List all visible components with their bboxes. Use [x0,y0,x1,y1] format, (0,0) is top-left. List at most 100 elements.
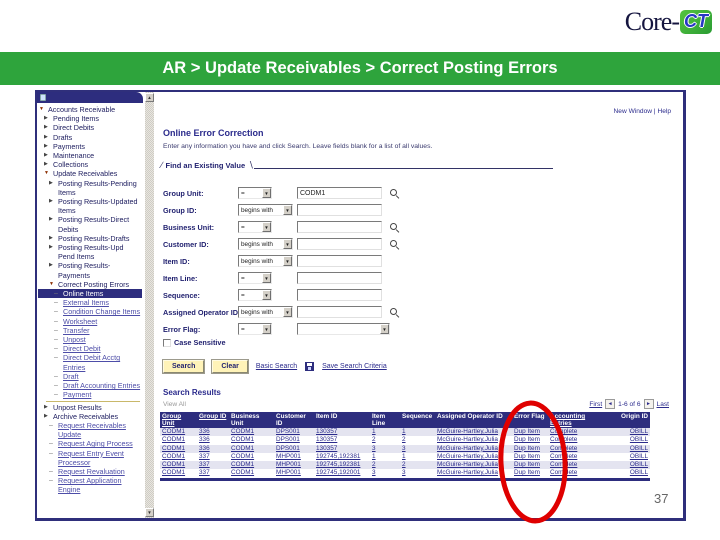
result-cell-link[interactable]: 336 [197,428,229,437]
result-cell-link[interactable]: McGuire-Hartley,Julia [435,436,512,444]
chevron-down-icon[interactable]: ▼ [283,307,292,317]
result-cell-link[interactable]: 130357 [314,428,370,437]
result-cell-link[interactable]: MHP001 [274,469,314,479]
column-header[interactable]: Group ID [197,412,229,428]
result-cell-link[interactable]: Dup Item [512,428,548,437]
result-cell-link[interactable]: CODM1 [229,444,274,453]
collapsed-triangle-icon[interactable]: ▶ [44,403,51,412]
result-cell-link[interactable]: Complete [548,461,594,470]
sidebar-item[interactable]: – Condition Change Items [38,307,142,316]
collapsed-triangle-icon[interactable]: ▶ [44,114,51,123]
sidebar-item[interactable]: ▶ Maintenance [38,151,142,160]
result-cell-link[interactable]: Complete [548,453,594,461]
sidebar-item[interactable]: ▶ Pending Items [38,114,142,123]
result-cell-link[interactable]: CODM1 [229,428,274,437]
sidebar-item[interactable]: – Draft Accounting Entries [38,381,142,390]
result-cell-link[interactable]: CODM1 [160,444,197,453]
result-cell-link[interactable]: DPS001 [274,444,314,453]
search-button[interactable]: Search [161,359,206,374]
result-cell-link[interactable]: Complete [548,444,594,453]
chevron-down-icon[interactable]: ▼ [262,273,271,283]
result-cell-link[interactable]: 3 [400,444,435,453]
field-input[interactable] [297,187,382,199]
collapsed-triangle-icon[interactable]: ▶ [49,179,56,197]
collapsed-triangle-icon[interactable]: ▶ [44,133,51,142]
sidebar-item[interactable]: – Worksheet [38,317,142,326]
result-cell-link[interactable]: 337 [197,469,229,479]
result-cell-link[interactable]: OBILL [594,469,650,479]
result-cell-link[interactable]: CODM1 [160,453,197,461]
operator-dropdown[interactable]: = ▼ [238,187,272,199]
result-cell-link[interactable]: 1 [400,453,435,461]
collapsed-triangle-icon[interactable]: ▶ [49,234,56,243]
result-cell-link[interactable]: CODM1 [229,469,274,479]
operator-dropdown[interactable]: begins with ▼ [238,238,293,250]
chevron-down-icon[interactable]: ▼ [262,290,271,300]
sidebar-item[interactable]: ▶ Unpost Results [38,403,142,412]
sidebar-item[interactable]: ▶ Collections [38,160,142,169]
previous-page-icon[interactable]: ◄ [605,399,616,409]
result-cell-link[interactable]: OBILL [594,444,650,453]
result-cell-link[interactable]: CODM1 [229,436,274,444]
collapsed-triangle-icon[interactable]: ▶ [49,243,56,261]
operator-dropdown[interactable]: begins with ▼ [238,306,293,318]
field-input[interactable] [297,204,382,216]
sidebar-item[interactable]: ▶ Posting Results-Drafts [38,234,142,243]
sidebar-item[interactable]: – Unpost [38,335,142,344]
collapsed-triangle-icon[interactable]: ▶ [44,412,51,421]
result-cell-link[interactable]: OBILL [594,461,650,470]
field-input[interactable] [297,289,382,301]
result-cell-link[interactable]: 2 [370,461,400,470]
result-cell-link[interactable]: 337 [197,453,229,461]
sidebar-item[interactable]: ▶ Posting Results-Payments [38,261,142,279]
result-cell-link[interactable]: DPS001 [274,428,314,437]
result-cell-link[interactable]: 3 [370,444,400,453]
sidebar-item[interactable]: – Payment [38,390,142,399]
expanded-triangle-icon[interactable]: ▼ [49,280,56,289]
chevron-down-icon[interactable]: ▼ [283,205,292,215]
sidebar-scrollbar[interactable]: ▲ ▼ [145,92,154,518]
result-cell-link[interactable]: Complete [548,469,594,479]
result-cell-link[interactable]: 192745,192381 [314,453,370,461]
collapsed-triangle-icon[interactable]: ▶ [49,261,56,279]
result-cell-link[interactable]: Dup Item [512,453,548,461]
sidebar-item[interactable]: ▶ Archive Receivables [38,412,142,421]
result-cell-link[interactable]: 2 [400,436,435,444]
result-cell-link[interactable]: DPS001 [274,436,314,444]
collapsed-triangle-icon[interactable]: ▶ [49,197,56,215]
sidebar-item[interactable]: ▼ Accounts Receivable [38,105,142,114]
field-select[interactable]: ▼ [297,323,390,335]
result-cell-link[interactable]: MHP001 [274,461,314,470]
chevron-down-icon[interactable]: ▼ [283,256,292,266]
scroll-down-icon[interactable]: ▼ [145,508,154,517]
sidebar-item[interactable]: – Direct Debit Acctg Entries [38,353,142,371]
result-cell-link[interactable]: McGuire-Hartley,Julia [435,461,512,470]
result-cell-link[interactable]: McGuire-Hartley,Julia [435,444,512,453]
result-cell-link[interactable]: Complete [548,436,594,444]
result-cell-link[interactable]: OBILL [594,428,650,437]
lookup-magnifier-icon[interactable] [389,239,400,250]
basic-search-link[interactable]: Basic Search [256,363,297,370]
result-cell-link[interactable]: OBILL [594,453,650,461]
field-input[interactable] [297,221,382,233]
chevron-down-icon[interactable]: ▼ [380,324,389,334]
sidebar-item[interactable]: ▶ Posting Results-Upd Pend Items [38,243,142,261]
result-cell-link[interactable]: 2 [400,461,435,470]
result-cell-link[interactable]: CODM1 [160,436,197,444]
result-cell-link[interactable]: CODM1 [160,428,197,437]
operator-dropdown[interactable]: = ▼ [238,289,272,301]
operator-dropdown[interactable]: = ▼ [238,221,272,233]
result-cell-link[interactable]: 1 [370,428,400,437]
chevron-down-icon[interactable]: ▼ [283,239,292,249]
result-cell-link[interactable]: 2 [370,436,400,444]
result-cell-link[interactable]: 192745,192381 [314,461,370,470]
collapsed-triangle-icon[interactable]: ▶ [44,142,51,151]
collapsed-triangle-icon[interactable]: ▶ [49,215,56,233]
sidebar-item[interactable]: – Transfer [38,326,142,335]
result-cell-link[interactable]: McGuire-Hartley,Julia [435,453,512,461]
result-cell-link[interactable]: McGuire-Hartley,Julia [435,469,512,479]
sidebar-item[interactable]: – Request Application Engine [38,476,142,494]
result-cell-link[interactable]: 3 [400,469,435,479]
result-cell-link[interactable]: McGuire-Hartley,Julia [435,428,512,437]
result-cell-link[interactable]: OBILL [594,436,650,444]
